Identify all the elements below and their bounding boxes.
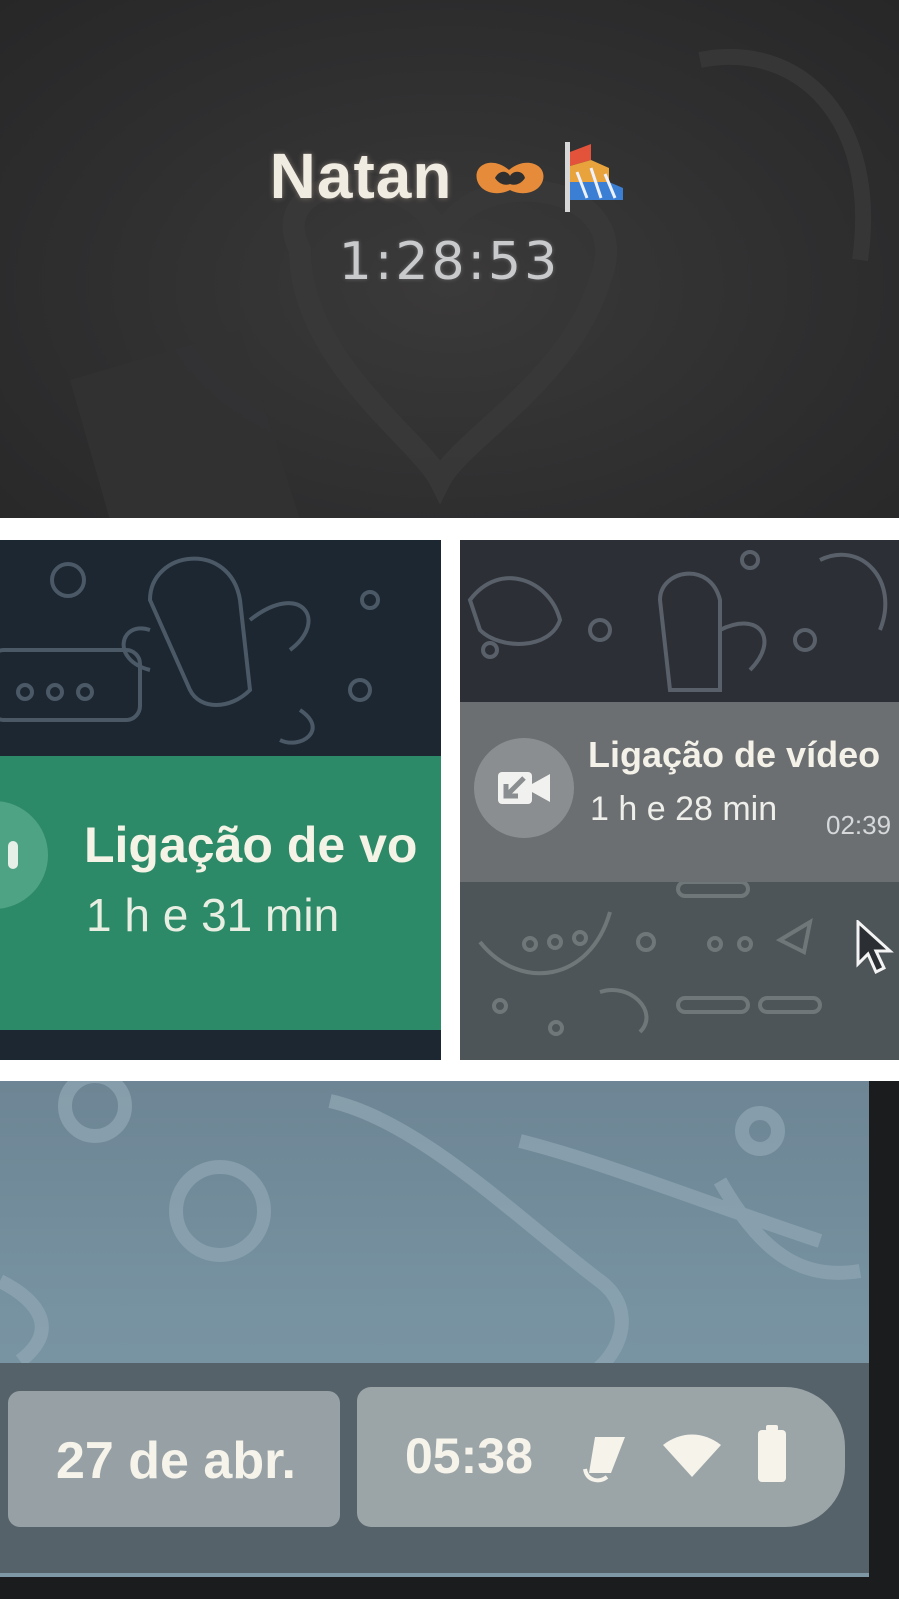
- mouse-pointer-icon: [856, 920, 894, 975]
- status-panel: 27 de abr. 05:38: [0, 1081, 899, 1599]
- video-call-panel: Ligação de vídeo 1 h e 28 min 02:39: [460, 540, 899, 1060]
- voice-call-title: Ligação de vo: [84, 817, 418, 873]
- voice-call-bubble[interactable]: Ligação de vo 1 h e 31 min: [0, 756, 441, 1030]
- wallpaper-pattern: [0, 1081, 862, 1371]
- call-screen-panel: Natan 1:28:53: [0, 0, 899, 518]
- screen-bezel: [0, 1577, 899, 1599]
- video-call-title: Ligação de vídeo: [588, 734, 881, 775]
- chat-background-lower: [460, 880, 899, 1060]
- date-label: 27 de abr.: [56, 1432, 296, 1490]
- call-timer: 1:28:53: [338, 232, 561, 292]
- screenshot-collage: Natan 1:28:53 Ligação de vo 1 h e 31 min…: [0, 0, 899, 1599]
- data-saver-icon: [583, 1437, 625, 1483]
- date-chip: 27 de abr.: [8, 1391, 340, 1527]
- wifi-icon: [663, 1434, 721, 1477]
- clock-chip: 05:38: [357, 1387, 845, 1527]
- clock-label: 05:38: [405, 1428, 533, 1484]
- chat-doodle-wallpaper: [478, 880, 822, 1036]
- rainbow-flag-emoji: [565, 142, 624, 212]
- voice-call-duration: 1 h e 31 min: [86, 889, 340, 941]
- screen-bezel: [869, 1081, 899, 1599]
- contact-header: Natan: [0, 138, 899, 214]
- status-bar: 27 de abr. 05:38: [0, 1363, 869, 1573]
- video-call-duration: 1 h e 28 min: [590, 790, 778, 828]
- phone-call-icon: [0, 801, 48, 909]
- voice-call-panel: Ligação de vo 1 h e 31 min: [0, 540, 441, 1060]
- missed-video-call-icon: [474, 738, 574, 838]
- contact-name: Natan: [269, 140, 453, 212]
- video-call-timestamp: 02:39: [826, 810, 892, 840]
- video-call-bubble[interactable]: Ligação de vídeo 1 h e 28 min 02:39: [460, 702, 899, 882]
- heart-hands-emoji: [476, 162, 544, 194]
- battery-icon: [758, 1425, 786, 1482]
